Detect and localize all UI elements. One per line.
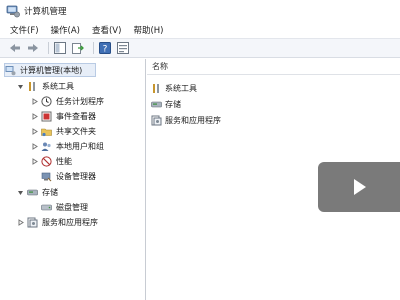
disk-icon	[41, 202, 52, 213]
tree-item-event-viewer[interactable]: 事件查看器	[30, 109, 96, 123]
shared-folder-icon	[41, 126, 52, 137]
chevron-right-icon[interactable]	[30, 157, 38, 165]
chevron-right-icon[interactable]	[30, 142, 38, 150]
tree-item-device-manager[interactable]: 设备管理器	[41, 169, 96, 183]
event-log-icon	[41, 111, 52, 122]
menu-bar: 文件(F) 操作(A) 查看(V) 帮助(H)	[0, 22, 400, 38]
tree-item-label: 系统工具	[42, 81, 74, 91]
chevron-right-icon[interactable]	[30, 112, 38, 120]
tree-item-label: 磁盘管理	[56, 202, 88, 212]
list-item-label: 存储	[165, 99, 181, 109]
window-title: 计算机管理	[24, 7, 67, 17]
services-icon	[151, 115, 162, 126]
list-item-label: 服务和应用程序	[165, 115, 221, 125]
play-icon	[354, 179, 366, 195]
title-bar: 计算机管理	[0, 0, 400, 22]
show-tree-icon[interactable]	[53, 41, 67, 55]
tree-item-task-scheduler[interactable]: 任务计划程序	[30, 94, 104, 108]
svg-text:?: ?	[103, 45, 108, 55]
tree-item-label: 任务计划程序	[56, 96, 104, 106]
forward-arrow-icon[interactable]	[26, 41, 40, 55]
export-icon[interactable]	[71, 41, 85, 55]
list-item[interactable]: 存储	[151, 97, 181, 111]
tree-item-label: 事件查看器	[56, 111, 96, 121]
users-icon	[41, 141, 52, 152]
computer-management-icon	[5, 65, 16, 76]
column-header-label: 名称	[152, 62, 168, 71]
list-item-label: 系统工具	[165, 83, 197, 93]
computer-management-icon	[6, 4, 20, 18]
list-item[interactable]: 系统工具	[151, 81, 197, 95]
tree-item-label: 共享文件夹	[56, 126, 96, 136]
tree-item-system-tools[interactable]: 系统工具	[16, 79, 74, 93]
tools-icon	[151, 83, 162, 94]
list-item[interactable]: 服务和应用程序	[151, 113, 221, 127]
tree-item-computer-management[interactable]: 计算机管理(本地)	[4, 63, 96, 77]
storage-icon	[27, 187, 38, 198]
tree-item-disk-management[interactable]: 磁盘管理	[41, 200, 88, 214]
video-play-button[interactable]	[318, 162, 400, 212]
chevron-down-icon[interactable]	[16, 82, 24, 90]
tree-item-shared-folders[interactable]: 共享文件夹	[30, 124, 96, 138]
tree-item-storage[interactable]: 存储	[16, 185, 58, 199]
tools-icon	[27, 81, 38, 92]
tree-item-services-apps[interactable]: 服务和应用程序	[16, 215, 98, 229]
performance-icon	[41, 155, 52, 167]
chevron-right-icon[interactable]	[30, 127, 38, 135]
tree-item-label: 存储	[42, 187, 58, 197]
chevron-right-icon[interactable]	[16, 218, 24, 226]
menu-file[interactable]: 文件(F)	[4, 24, 45, 36]
tree-item-label: 计算机管理(本地)	[20, 65, 83, 75]
navigation-tree: 计算机管理(本地) 系统工具 任务计划程序 事件查看器 共享文件夹 本地用户和组…	[0, 59, 146, 300]
menu-view[interactable]: 查看(V)	[86, 24, 127, 36]
back-arrow-icon[interactable]	[8, 41, 22, 55]
chevron-right-icon[interactable]	[30, 97, 38, 105]
toolbar-separator	[93, 42, 94, 54]
device-manager-icon	[41, 171, 52, 182]
tree-item-label: 设备管理器	[56, 171, 96, 181]
services-icon	[27, 217, 38, 228]
column-header-name[interactable]: 名称	[147, 59, 400, 75]
tree-item-label: 服务和应用程序	[42, 217, 98, 227]
tree-item-label: 本地用户和组	[56, 141, 104, 151]
storage-icon	[151, 99, 162, 110]
chevron-down-icon[interactable]	[16, 188, 24, 196]
tree-item-label: 性能	[56, 156, 72, 166]
help-icon[interactable]: ?	[98, 41, 112, 55]
clock-icon	[41, 95, 52, 107]
menu-action[interactable]: 操作(A)	[45, 24, 86, 36]
menu-help[interactable]: 帮助(H)	[127, 24, 169, 36]
toolbar: ?	[0, 38, 400, 58]
toolbar-separator	[48, 42, 49, 54]
tree-item-performance[interactable]: 性能	[30, 154, 72, 168]
tree-item-local-users[interactable]: 本地用户和组	[30, 139, 104, 153]
properties-icon[interactable]	[116, 41, 130, 55]
